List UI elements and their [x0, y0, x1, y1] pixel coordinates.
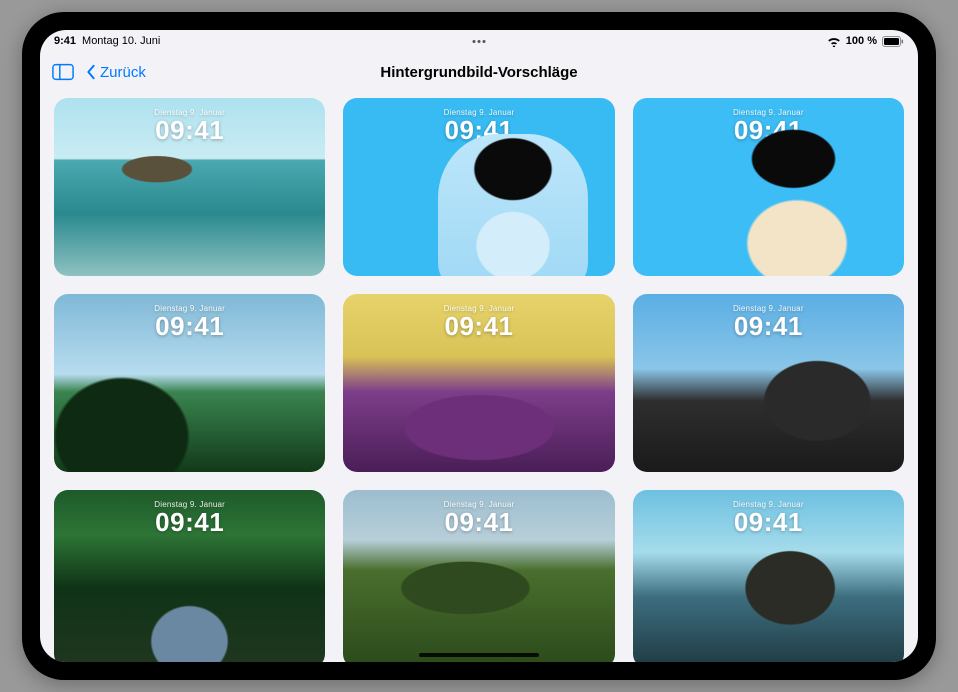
tile-time: 09:41	[54, 117, 325, 143]
tile-clock-overlay: Dienstag 9. Januar 09:41	[54, 500, 325, 535]
tile-date: Dienstag 9. Januar	[633, 108, 904, 117]
tile-time: 09:41	[633, 117, 904, 143]
battery-text: 100 %	[846, 35, 877, 47]
status-bar: 9:41 Montag 10. Juni 100 %	[40, 30, 918, 52]
tile-time: 09:41	[633, 313, 904, 339]
wallpaper-tile[interactable]: Dienstag 9. Januar 09:41	[343, 294, 614, 472]
tile-clock-overlay: Dienstag 9. Januar 09:41	[54, 108, 325, 143]
status-time: 9:41	[54, 35, 76, 47]
tile-time: 09:41	[54, 313, 325, 339]
tile-date: Dienstag 9. Januar	[343, 500, 614, 509]
status-left: 9:41 Montag 10. Juni	[54, 35, 160, 47]
status-right: 100 %	[827, 35, 904, 47]
tile-date: Dienstag 9. Januar	[54, 500, 325, 509]
sidebar-toggle-button[interactable]	[52, 63, 74, 81]
home-indicator[interactable]	[419, 653, 539, 657]
tile-time: 09:41	[633, 509, 904, 535]
back-button[interactable]: Zurück	[84, 64, 146, 81]
tile-date: Dienstag 9. Januar	[633, 304, 904, 313]
battery-icon	[882, 36, 904, 47]
wallpaper-tile[interactable]: Dienstag 9. Januar 09:41	[343, 490, 614, 662]
status-date: Montag 10. Juni	[82, 35, 160, 47]
wallpaper-tile[interactable]: Dienstag 9. Januar 09:41	[633, 490, 904, 662]
tile-date: Dienstag 9. Januar	[54, 108, 325, 117]
wallpaper-tile[interactable]: Dienstag 9. Januar 09:41	[633, 98, 904, 276]
tile-date: Dienstag 9. Januar	[343, 304, 614, 313]
tile-time: 09:41	[343, 313, 614, 339]
screen: 9:41 Montag 10. Juni 100 %	[40, 30, 918, 662]
wallpaper-tile[interactable]: Dienstag 9. Januar 09:41	[54, 294, 325, 472]
tile-time: 09:41	[343, 509, 614, 535]
tile-date: Dienstag 9. Januar	[54, 304, 325, 313]
navigation-bar: Zurück Hintergrundbild-Vorschläge	[40, 52, 918, 92]
tile-clock-overlay: Dienstag 9. Januar 09:41	[633, 500, 904, 535]
tile-date: Dienstag 9. Januar	[343, 108, 614, 117]
tile-clock-overlay: Dienstag 9. Januar 09:41	[633, 108, 904, 143]
chevron-left-icon	[84, 64, 98, 80]
ipad-frame: 9:41 Montag 10. Juni 100 %	[22, 12, 936, 680]
wallpaper-tile[interactable]: Dienstag 9. Januar 09:41	[343, 98, 614, 276]
tile-date: Dienstag 9. Januar	[633, 500, 904, 509]
wallpaper-tile[interactable]: Dienstag 9. Januar 09:41	[633, 294, 904, 472]
tile-clock-overlay: Dienstag 9. Januar 09:41	[633, 304, 904, 339]
tile-clock-overlay: Dienstag 9. Januar 09:41	[343, 304, 614, 339]
wallpaper-tile[interactable]: Dienstag 9. Januar 09:41	[54, 98, 325, 276]
multitask-dots-icon[interactable]	[473, 40, 486, 43]
tile-clock-overlay: Dienstag 9. Januar 09:41	[343, 108, 614, 143]
wallpaper-tile[interactable]: Dienstag 9. Januar 09:41	[54, 490, 325, 662]
tile-time: 09:41	[54, 509, 325, 535]
tile-clock-overlay: Dienstag 9. Januar 09:41	[343, 500, 614, 535]
back-label: Zurück	[100, 64, 146, 81]
tile-time: 09:41	[343, 117, 614, 143]
tile-clock-overlay: Dienstag 9. Januar 09:41	[54, 304, 325, 339]
wifi-icon	[827, 36, 841, 47]
wallpaper-grid: Dienstag 9. Januar 09:41 Dienstag 9. Jan…	[40, 92, 918, 662]
page-title: Hintergrundbild-Vorschläge	[380, 64, 577, 81]
